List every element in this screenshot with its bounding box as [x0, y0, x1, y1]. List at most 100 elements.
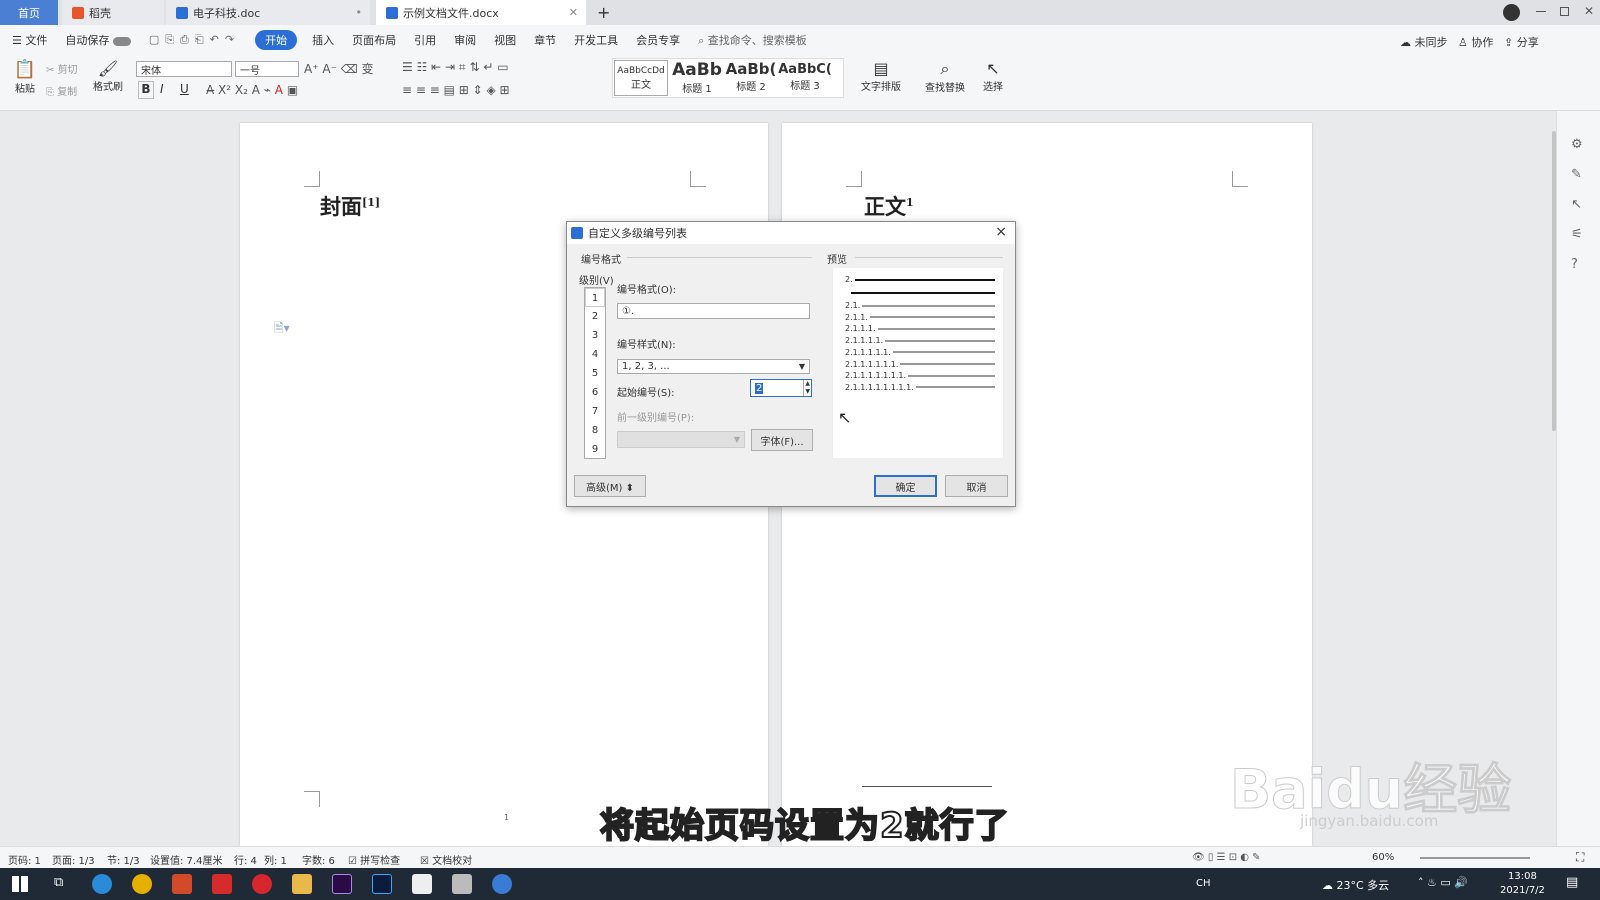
- level-item[interactable]: 1: [585, 288, 605, 307]
- close-window-icon[interactable]: ✕: [1584, 4, 1594, 18]
- menu-devtools[interactable]: 开发工具: [565, 32, 627, 48]
- style-normal[interactable]: AaBbCcDd 正文: [614, 60, 668, 96]
- bold-button[interactable]: B: [138, 81, 154, 99]
- level-item[interactable]: 5: [585, 364, 605, 383]
- select-button[interactable]: ↖ 选择: [976, 59, 1010, 93]
- quick-access-icons[interactable]: ▢⎘⎙⎗↶↷: [140, 33, 249, 47]
- sliders-icon[interactable]: ⚟: [1571, 227, 1583, 242]
- share-button[interactable]: ⇪ 分享: [1504, 34, 1539, 50]
- app-white-icon[interactable]: [412, 874, 432, 894]
- level-item[interactable]: 6: [585, 383, 605, 402]
- dialog-title-bar[interactable]: 自定义多级编号列表 ×: [567, 222, 1015, 244]
- tab-doc2[interactable]: 示例文档文件.docx ✕: [376, 0, 586, 25]
- menu-member[interactable]: 会员专享: [627, 32, 689, 48]
- avatar[interactable]: [1503, 4, 1520, 21]
- paragraph-tools-icons[interactable]: ☰ ☷ ⇤ ⇥ ⌗ ⇅ ↵ ▭: [402, 60, 509, 75]
- pen-icon[interactable]: ✎: [1571, 167, 1582, 182]
- font-family-select[interactable]: 宋体: [136, 61, 232, 77]
- level-item[interactable]: 9: [585, 440, 605, 459]
- collab-button[interactable]: ♙ 协作: [1458, 34, 1493, 50]
- menu-reference[interactable]: 引用: [405, 32, 445, 48]
- menu-view[interactable]: 视图: [485, 32, 525, 48]
- help-icon[interactable]: ?: [1571, 257, 1578, 272]
- number-style-select[interactable]: 1, 2, 3, ... ▼: [617, 359, 810, 374]
- stepper-arrows-icon[interactable]: ▲ ▼: [803, 380, 810, 396]
- doc-helper-icon[interactable]: 🗎▾: [274, 319, 290, 340]
- number-format-input[interactable]: ①.: [617, 303, 810, 319]
- level-item[interactable]: 3: [585, 326, 605, 345]
- underline-button[interactable]: U: [180, 82, 189, 96]
- style-heading2[interactable]: AaBb(标题 2: [724, 60, 778, 93]
- menu-start[interactable]: 开始: [255, 30, 298, 50]
- pointer-icon[interactable]: ↖: [1571, 197, 1582, 212]
- style-heading1[interactable]: AaBb 标题 1: [670, 60, 724, 95]
- thumbnail-icon[interactable]: ⚙: [1571, 137, 1583, 152]
- menu-insert[interactable]: 插入: [303, 32, 343, 48]
- alignment-icons[interactable]: ≡ ≡ ≡ ▤ ⊞ ⇕ ◈ ⊞: [402, 83, 510, 97]
- command-search[interactable]: ⌕ 查找命令、搜索模板: [689, 32, 816, 48]
- task-view-icon[interactable]: ⧉: [54, 875, 63, 890]
- unsync-button[interactable]: ☁ 未同步: [1400, 34, 1448, 50]
- zoom-level[interactable]: 60%: [1372, 852, 1394, 863]
- level-item[interactable]: 7: [585, 402, 605, 421]
- level-item[interactable]: 4: [585, 345, 605, 364]
- copy-button[interactable]: ⎘ 复制: [46, 83, 77, 98]
- font-size-select[interactable]: 一号: [235, 61, 299, 77]
- new-tab-button[interactable]: +: [592, 0, 616, 25]
- tab-daoke[interactable]: 稻壳: [62, 0, 164, 25]
- level-list[interactable]: 123456789: [584, 287, 606, 459]
- close-icon[interactable]: •: [356, 6, 363, 19]
- tab-doc1[interactable]: 电子科技.doc •: [166, 0, 370, 25]
- doc-check-toggle[interactable]: ☒ 文档校对: [420, 852, 472, 867]
- edge-icon[interactable]: [92, 874, 112, 894]
- advanced-button[interactable]: 高级(M) ⬍: [574, 475, 646, 497]
- spell-check-toggle[interactable]: ☑ 拼写检查: [348, 852, 400, 867]
- photoshop-icon[interactable]: [372, 874, 392, 894]
- zoom-slider[interactable]: [1420, 857, 1530, 859]
- ok-button[interactable]: 确定: [874, 475, 937, 497]
- autosave-toggle[interactable]: 自动保存: [56, 32, 140, 48]
- tab-home[interactable]: 首页: [0, 0, 58, 25]
- italic-button[interactable]: I: [160, 82, 164, 96]
- close-icon[interactable]: ×: [995, 224, 1007, 240]
- cancel-button[interactable]: 取消: [945, 475, 1008, 497]
- fullscreen-icon[interactable]: ⛶: [1576, 850, 1584, 865]
- level-item[interactable]: 2: [585, 307, 605, 326]
- font-button[interactable]: 字体(F)...: [751, 429, 813, 451]
- calculator-icon[interactable]: [452, 874, 472, 894]
- find-replace-button[interactable]: ⌕ 查找替换: [920, 59, 970, 94]
- ime-indicator[interactable]: CH: [1196, 878, 1211, 889]
- tray-icons[interactable]: ˄ ♨ ▭ 🔊: [1418, 876, 1468, 889]
- chrome-icon[interactable]: [132, 874, 152, 894]
- heading-body: 正文1: [864, 191, 914, 221]
- app-circle-icon[interactable]: [492, 874, 512, 894]
- app-red-icon[interactable]: [172, 874, 192, 894]
- autosave-label: 自动保存: [65, 34, 110, 47]
- font-effects-icons[interactable]: A̶ X² X₂ A ⌁ A ▣: [206, 83, 298, 97]
- start-number-stepper[interactable]: 2 ▲ ▼: [750, 379, 812, 397]
- text-layout-button[interactable]: ▤ 文字排版: [856, 59, 906, 93]
- minimize-icon[interactable]: [1536, 11, 1546, 12]
- grow-font-icon[interactable]: A⁺ A⁻ ⌫ 变: [304, 60, 374, 77]
- menu-layout[interactable]: 页面布局: [343, 32, 405, 48]
- weather-widget[interactable]: ☁ 23°C 多云: [1322, 877, 1389, 893]
- style-heading3[interactable]: AaBbC(标题 3: [778, 60, 832, 92]
- format-painter-button[interactable]: 🖌 格式刷: [92, 59, 124, 93]
- notification-icon[interactable]: ▤: [1566, 875, 1578, 890]
- level-item[interactable]: 8: [585, 421, 605, 440]
- cut-button[interactable]: ✂ 剪切: [46, 61, 78, 76]
- file-explorer-icon[interactable]: [292, 874, 312, 894]
- view-mode-icons[interactable]: 👁 ▯ ☰ ⊡ ◐ ✎: [1192, 852, 1261, 863]
- windows-start-icon[interactable]: [12, 876, 28, 892]
- clock[interactable]: 13:08 2021/7/2: [1500, 870, 1545, 898]
- preview-line: [892, 351, 995, 354]
- close-icon[interactable]: ✕: [569, 6, 578, 19]
- restore-icon[interactable]: [1560, 7, 1569, 16]
- menu-file[interactable]: ☰ 文件: [0, 32, 56, 48]
- paste-button[interactable]: 📋 粘贴: [10, 59, 40, 95]
- wps-icon[interactable]: [212, 874, 232, 894]
- menu-chapter[interactable]: 章节: [525, 32, 565, 48]
- netease-music-icon[interactable]: [252, 874, 272, 894]
- menu-review[interactable]: 审阅: [445, 32, 485, 48]
- premiere-icon[interactable]: [332, 874, 352, 894]
